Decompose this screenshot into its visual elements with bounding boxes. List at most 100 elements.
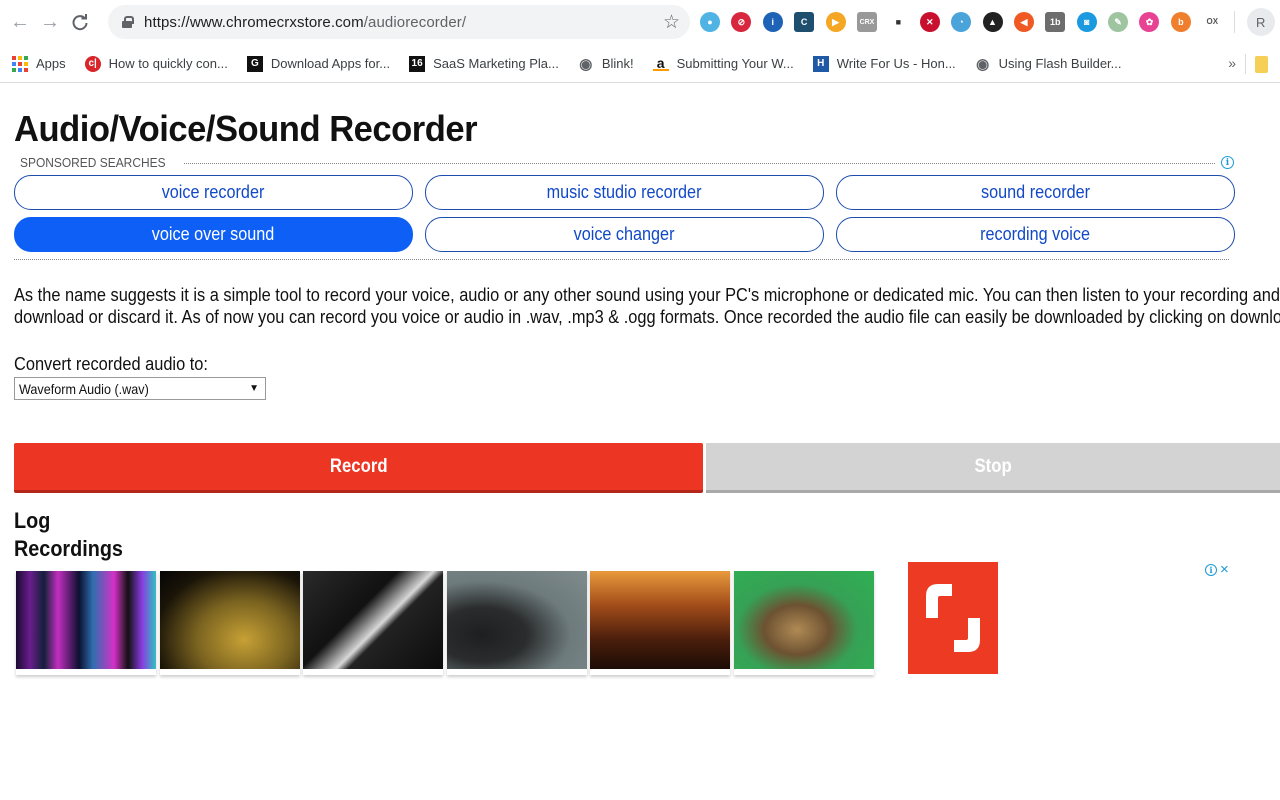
extension-blue-info-icon[interactable]: i [762, 12, 783, 32]
extension-red-circle-icon[interactable]: ⊘ [731, 12, 752, 32]
convert-format-label: Convert recorded audio to: [14, 354, 208, 374]
extension-1b-icon[interactable]: 1b [1045, 12, 1066, 32]
extension-oxxo-icon[interactable]: OX [1202, 12, 1223, 32]
extensions-bar: ● ⊘ i C ▶ CRX ■ ✕ ◔ ▲ ◀ 1b ◙ ✎ ✿ b OX R [700, 8, 1275, 36]
cat-piano-thumbnail[interactable] [303, 571, 443, 675]
bookmark-item[interactable]: H Write For Us - Hon... [812, 55, 956, 72]
sponsored-search-label: sound recorder [981, 182, 1090, 202]
bookmark-label: Submitting Your W... [676, 56, 794, 71]
extension-pacman-icon[interactable]: C [794, 12, 815, 32]
other-bookmarks-folder-icon[interactable] [1255, 56, 1268, 73]
recordings-heading: Recordings [14, 536, 123, 561]
16-icon: 16 [409, 55, 426, 72]
dotted-divider [184, 163, 1215, 164]
ad-info-icon[interactable]: i [1205, 564, 1217, 576]
bookmark-item[interactable]: ◉ Using Flash Builder... [975, 56, 1122, 73]
bookmark-star-icon[interactable]: ☆ [663, 11, 680, 34]
stop-button-label: Stop [974, 455, 1012, 477]
thumbnail-image [733, 571, 874, 669]
extension-paint-icon[interactable]: ✎ [1108, 12, 1129, 32]
sponsored-search-link[interactable]: voice changer [425, 217, 824, 252]
bookmarks-divider [1245, 54, 1246, 74]
ad-close-icon[interactable]: × [1220, 562, 1229, 577]
toolbar-divider [1233, 11, 1235, 33]
sponsored-search-link[interactable]: music studio recorder [425, 175, 824, 210]
thumbnail-image [446, 571, 587, 669]
sponsored-search-label: music studio recorder [547, 182, 702, 202]
thumbnail-image [16, 571, 156, 669]
back-arrow-icon: ← [10, 11, 30, 33]
bookmark-label: Apps [36, 56, 66, 71]
forward-arrow-icon: → [40, 11, 60, 33]
thumbnail-image [590, 571, 730, 669]
bookmark-label: Blink! [601, 56, 634, 71]
profile-avatar[interactable]: R [1246, 8, 1275, 36]
dropdown-arrow-icon: ▼ [249, 383, 259, 394]
back-button[interactable]: ← [8, 11, 32, 35]
bookmark-label: How to quickly con... [108, 56, 228, 71]
stop-button[interactable]: Stop [706, 443, 1280, 493]
ad-choices[interactable]: i × [1205, 562, 1229, 577]
extension-satellite-icon[interactable]: ◔ [951, 12, 972, 32]
lock-icon [122, 16, 134, 28]
sponsored-search-link[interactable]: voice over sound [14, 217, 413, 252]
shutterstock-logo-icon [926, 584, 980, 652]
bookmark-item[interactable]: ◉ Blink! [578, 55, 634, 73]
concert-crowd-thumbnail[interactable] [590, 571, 730, 675]
bookmark-label: Using Flash Builder... [998, 56, 1122, 71]
extension-camera-icon[interactable]: ■ [888, 12, 908, 32]
browser-toolbar: ← → https://www.chromecrxstore.com/audio… [0, 0, 1280, 45]
extension-play-icon[interactable]: ▶ [825, 12, 846, 32]
description-line: As the name suggests it is a simple tool… [14, 285, 1280, 305]
reload-icon [72, 13, 88, 30]
bookmarks-bar: Apps c| How to quickly con... G Download App… [0, 45, 1280, 83]
black-panther-thumbnail[interactable] [446, 571, 587, 675]
sponsored-search-label: voice changer [574, 224, 675, 244]
roaring-lion-thumbnail[interactable] [733, 571, 874, 675]
url-text: https://www.chromecrxstore.com/audioreco… [144, 14, 466, 31]
sponsored-search-link[interactable]: voice recorder [14, 175, 413, 210]
description: As the name suggests it is a simple tool… [14, 284, 1280, 328]
extension-ninja-icon[interactable]: ▲ [982, 12, 1003, 32]
ad-info-icon[interactable]: i [1221, 156, 1234, 169]
sponsored-search-label: recording voice [980, 224, 1091, 244]
bookmarks-overflow-button[interactable]: » [1228, 55, 1236, 71]
extension-webcam-icon[interactable]: ● [700, 12, 720, 32]
extension-b-icon[interactable]: b [1170, 12, 1191, 32]
format-select[interactable]: Waveform Audio (.wav) ▼ [14, 377, 266, 400]
thumbnail-image [159, 571, 300, 669]
url-host: https://www.chromecrxstore.com [144, 13, 364, 31]
h-icon: H [812, 55, 829, 72]
log-heading: Log [14, 508, 51, 533]
page-content: Audio/Voice/Sound Recorder SPONSORED SEA… [0, 109, 1280, 675]
recorder-controls: Record Stop [14, 443, 1280, 493]
apps-grid-icon [12, 55, 28, 72]
globe-icon: ◉ [579, 55, 593, 73]
gold-glitter-thumbnail[interactable] [159, 571, 300, 675]
bookmark-item[interactable]: G Download Apps for... [246, 55, 391, 72]
extension-crx-icon[interactable]: CRX [856, 12, 877, 32]
url-path: /audiorecorder/ [363, 13, 467, 31]
bookmark-item[interactable]: a Submitting Your W... [652, 55, 794, 71]
video-thumbnails [16, 571, 1266, 675]
cj-icon: c| [84, 55, 101, 72]
shutterstock-ad-logo[interactable] [908, 562, 998, 674]
forward-button[interactable]: → [38, 11, 62, 35]
bookmark-item[interactable]: Apps [12, 55, 66, 72]
record-button[interactable]: Record [14, 443, 703, 493]
sponsored-search-label: voice over sound [152, 224, 275, 244]
bookmark-item[interactable]: 16 SaaS Marketing Pla... [409, 55, 559, 72]
bookmark-item[interactable]: c| How to quickly con... [84, 55, 228, 72]
dotted-divider [14, 259, 1229, 260]
reload-button[interactable] [68, 11, 92, 35]
sponsored-search-link[interactable]: sound recorder [836, 175, 1235, 210]
extension-no-flash-icon[interactable]: ✕ [919, 12, 940, 32]
bookmark-label: Download Apps for... [270, 56, 391, 71]
extension-arrow-icon[interactable]: ◀ [1013, 12, 1034, 32]
address-bar[interactable]: https://www.chromecrxstore.com/audioreco… [108, 5, 690, 39]
extension-flower-icon[interactable]: ✿ [1139, 12, 1160, 32]
equalizer-thumbnail[interactable] [16, 571, 156, 675]
bookmark-label: Write For Us - Hon... [836, 56, 956, 71]
sponsored-search-link[interactable]: recording voice [836, 217, 1235, 252]
extension-lock-icon[interactable]: ◙ [1076, 12, 1097, 32]
